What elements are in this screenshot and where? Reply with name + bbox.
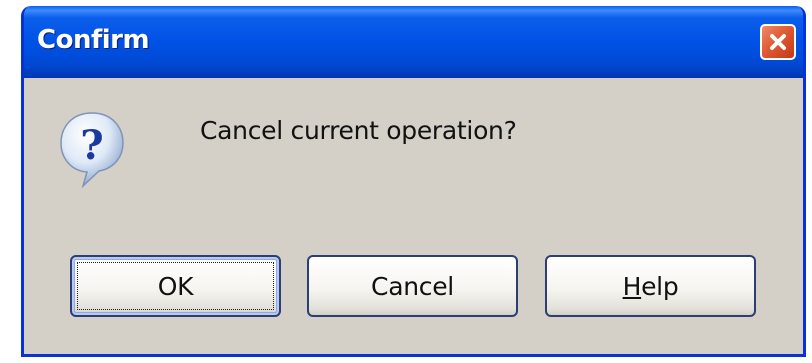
confirm-dialog: Confirm ? Cancel current operation? OK C… xyxy=(21,6,806,357)
dialog-message: Cancel current operation? xyxy=(200,116,517,145)
close-button[interactable] xyxy=(760,24,796,60)
help-label-rest: elp xyxy=(641,271,679,301)
question-icon: ? xyxy=(57,109,127,189)
cancel-button-label: Cancel xyxy=(371,271,454,301)
close-icon xyxy=(768,32,788,52)
title-bar[interactable]: Confirm xyxy=(24,6,803,78)
help-mnemonic: H xyxy=(622,271,642,301)
help-button-label: Help xyxy=(623,272,679,301)
ok-button[interactable]: OK xyxy=(70,255,281,317)
svg-text:?: ? xyxy=(80,122,103,169)
help-button[interactable]: Help xyxy=(545,255,756,317)
dialog-title: Confirm xyxy=(37,25,150,55)
cancel-button[interactable]: Cancel xyxy=(307,255,518,317)
ok-button-label: OK xyxy=(157,271,194,301)
